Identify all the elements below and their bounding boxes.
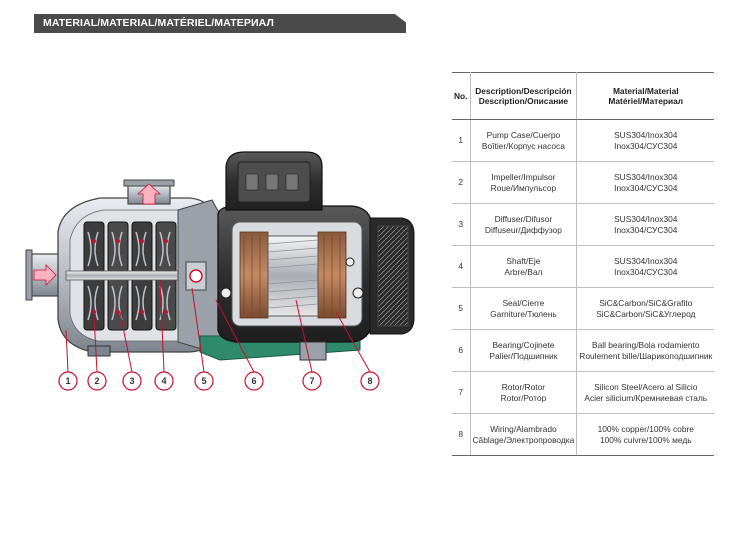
callout-label-7: 7 (309, 376, 314, 386)
material-line-1: SUS304/Inox304 (614, 130, 678, 140)
material-line-2: Inox304/СУС304 (614, 224, 678, 235)
callout-label-1: 1 (65, 376, 70, 386)
description-line-2: Garniture/Тюлень (490, 308, 557, 319)
header-material-line-1: Material/Material (612, 85, 679, 96)
description-line-2: Boîtier/Корпус насоса (481, 140, 565, 151)
description-line-2: Rotor/Ротор (500, 392, 547, 403)
table-row: 3 Diffuser/Difusor Diffuseur/Диффузор SU… (452, 203, 715, 246)
row-material: Silicon Steel/Acero al Silicio Acier sil… (576, 371, 715, 414)
callout-label-3: 3 (129, 376, 134, 386)
inlet-pipe (25, 249, 61, 301)
row-material: SUS304/Inox304 Inox304/СУС304 (576, 119, 715, 162)
table-row: 1 Pump Case/Cuerpo Boîtier/Корпус насоса… (452, 119, 715, 162)
row-no: 3 (452, 203, 471, 246)
description-line-1: Pump Case/Cuerpo (486, 130, 561, 140)
row-no: 5 (452, 287, 471, 330)
description-line-2: Arbre/Вал (504, 266, 543, 277)
material-line-1: SUS304/Inox304 (614, 214, 678, 224)
description-line-2: Roue/Импульсор (490, 182, 557, 193)
table-row: 2 Impeller/Impulsor Roue/Импульсор SUS30… (452, 161, 715, 204)
description-line-1: Seal/Cierre (502, 298, 545, 308)
pump-cutaway-diagram: 1 2 3 4 5 6 7 8 (25, 151, 415, 391)
row-material: SiC&Carbon/SiC&Grafito SiC&Carbon/SiC&Уг… (576, 287, 715, 330)
material-line-1: Silicon Steel/Acero al Silicio (594, 382, 698, 392)
fan-cover (369, 217, 415, 335)
material-line-1: SUS304/Inox304 (614, 172, 678, 182)
description-line-1: Impeller/Impulsor (491, 172, 556, 182)
material-line-1: SUS304/Inox304 (614, 256, 678, 266)
table-row: 8 Wiring/Alambrado Câblage/Электропровод… (452, 413, 715, 456)
material-line-2: Acier silicium/Кремниевая сталь (584, 392, 708, 403)
description-line-1: Wiring/Alambrado (490, 424, 557, 434)
description-line-1: Shaft/Eje (506, 256, 541, 266)
row-no: 6 (452, 329, 471, 372)
description-line-1: Diffuser/Difusor (494, 214, 553, 224)
header-description: Description/Descripción Description/Опис… (470, 72, 578, 120)
material-line-2: Inox304/СУС304 (614, 140, 678, 151)
row-description: Pump Case/Cuerpo Boîtier/Корпус насоса (470, 119, 578, 162)
material-line-1: SiC&Carbon/SiC&Grafito (599, 298, 693, 308)
material-line-2: Roulement bille/Шарикоподшипник (579, 350, 713, 361)
table-row: 4 Shaft/Eje Arbre/Вал SUS304/Inox304 Ino… (452, 245, 715, 288)
callout-label-4: 4 (161, 376, 166, 386)
header-description-line-1: Description/Descripción (475, 85, 572, 96)
material-table: No. Description/Descripción Description/… (452, 72, 715, 456)
description-line-2: Palier/Подшипник (489, 350, 558, 361)
row-no: 2 (452, 161, 471, 204)
row-description: Impeller/Impulsor Roue/Импульсор (470, 161, 578, 204)
table-header-row: No. Description/Descripción Description/… (452, 72, 715, 120)
material-line-2: Inox304/СУС304 (614, 182, 678, 193)
description-line-1: Bearing/Cojinete (492, 340, 555, 350)
row-material: SUS304/Inox304 Inox304/СУС304 (576, 161, 715, 204)
row-description: Diffuser/Difusor Diffuseur/Диффузор (470, 203, 578, 246)
row-material: SUS304/Inox304 Inox304/СУС304 (576, 203, 715, 246)
row-description: Seal/Cierre Garniture/Тюлень (470, 287, 578, 330)
material-line-2: SiC&Carbon/SiC&Углерод (596, 308, 696, 319)
callout-label-6: 6 (251, 376, 256, 386)
row-material: 100% copper/100% cobre 100% cuivre/100% … (576, 413, 715, 456)
callout-label-5: 5 (201, 376, 206, 386)
row-no: 7 (452, 371, 471, 414)
description-line-1: Rotor/Rotor (501, 382, 546, 392)
row-description: Shaft/Eje Arbre/Вал (470, 245, 578, 288)
rotor-core (267, 235, 319, 317)
table-row: 5 Seal/Cierre Garniture/Тюлень SiC&Carbo… (452, 287, 715, 330)
outlet-pipe (123, 179, 175, 205)
callout-label-8: 8 (367, 376, 372, 386)
material-line-1: 100% copper/100% cobre (597, 424, 694, 434)
terminal-box (225, 151, 323, 211)
row-material: SUS304/Inox304 Inox304/СУС304 (576, 245, 715, 288)
header-material-line-2: Matériel/Материал (608, 96, 684, 106)
callout-label-2: 2 (94, 376, 99, 386)
table-row: 6 Bearing/Cojinete Palier/Подшипник Ball… (452, 329, 715, 372)
description-line-2: Diffuseur/Диффузор (484, 224, 562, 235)
description-line-2: Câblage/Электропроводка (472, 434, 575, 445)
row-no: 4 (452, 245, 471, 288)
material-line-2: Inox304/СУС304 (614, 266, 678, 277)
row-description: Rotor/Rotor Rotor/Ротор (470, 371, 578, 414)
header-no: No. (452, 72, 471, 120)
row-no: 1 (452, 119, 471, 162)
row-description: Bearing/Cojinete Palier/Подшипник (470, 329, 578, 372)
table-row: 7 Rotor/Rotor Rotor/Ротор Silicon Steel/… (452, 371, 715, 414)
row-no: 8 (452, 413, 471, 456)
header-description-line-2: Description/Описание (478, 96, 569, 106)
seal-housing (177, 199, 223, 353)
row-material: Ball bearing/Bola rodamiento Roulement b… (576, 329, 715, 372)
material-line-1: Ball bearing/Bola rodamiento (591, 340, 700, 350)
callout-markers (58, 371, 380, 391)
material-line-2: 100% cuivre/100% медь (599, 434, 692, 445)
header-material: Material/Material Matériel/Материал (576, 72, 715, 120)
row-description: Wiring/Alambrado Câblage/Электропроводка (470, 413, 578, 456)
